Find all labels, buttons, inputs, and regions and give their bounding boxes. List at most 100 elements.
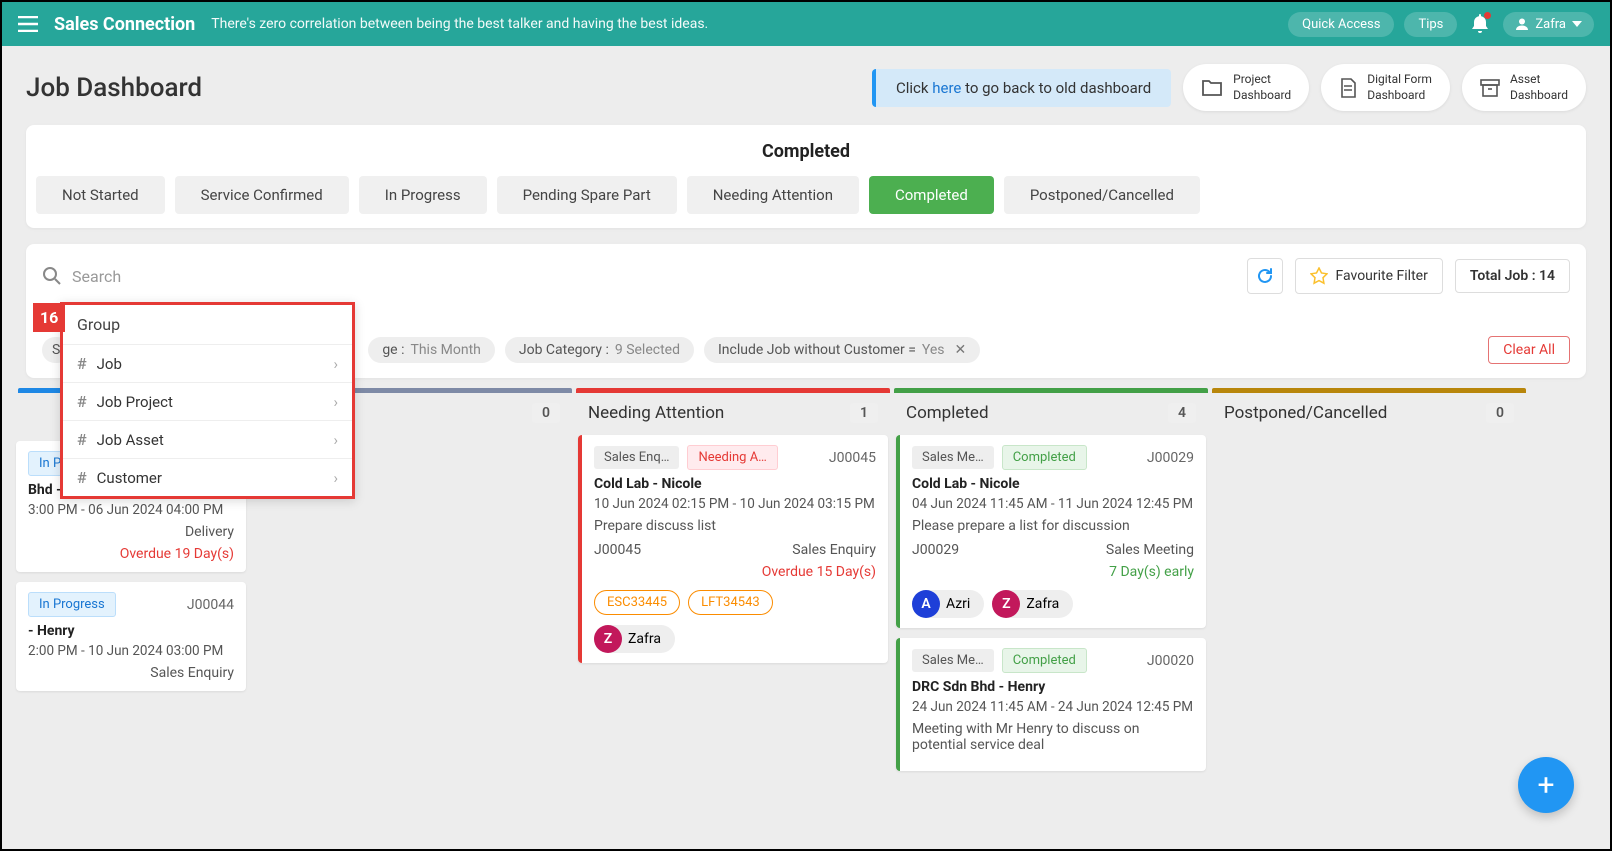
document-icon: [1339, 78, 1357, 98]
hash-icon: #: [77, 354, 87, 373]
quick-access-button[interactable]: Quick Access: [1288, 12, 1394, 37]
header-left: Sales Connection There's zero correlatio…: [18, 14, 708, 35]
header-right: Quick Access Tips Zafra: [1288, 10, 1594, 38]
tag-pills: ESC33445 LFT34543: [594, 590, 876, 615]
group-item[interactable]: #Job›: [63, 345, 352, 383]
star-icon: [1310, 267, 1328, 285]
tag-pill[interactable]: ESC33445: [594, 590, 680, 615]
avatar: Z: [594, 625, 622, 653]
card-id: J00020: [1147, 653, 1194, 669]
filter-chip-include[interactable]: Include Job without Customer = Yes✕: [704, 337, 980, 363]
card-date: 04 Jun 2024 11:45 AM - 11 Jun 2024 12:45…: [912, 496, 1194, 512]
early-text: 7 Day(s) early: [912, 564, 1194, 580]
page-title: Job Dashboard: [26, 73, 202, 103]
status-tab[interactable]: In Progress: [359, 176, 487, 214]
digital-form-dashboard-button[interactable]: Digital FormDashboard: [1321, 64, 1450, 111]
menu-icon[interactable]: [18, 16, 38, 32]
column-count: 0: [532, 403, 560, 423]
job-card[interactable]: In ProgressJ00044- Henry2:00 PM - 10 Jun…: [16, 582, 246, 691]
status-badge: Completed: [1002, 648, 1087, 673]
notification-dot: [1484, 12, 1491, 19]
card-title: Cold Lab - Nicole: [594, 476, 876, 492]
status-tab[interactable]: Pending Spare Part: [497, 176, 677, 214]
card-id: J00044: [187, 597, 234, 613]
chip-close-icon[interactable]: ✕: [955, 342, 967, 358]
card-title: Cold Lab - Nicole: [912, 476, 1194, 492]
clear-all-button[interactable]: Clear All: [1488, 336, 1570, 364]
filter-chip-partial-2[interactable]: ge : This Month: [368, 337, 495, 363]
refresh-button[interactable]: [1247, 258, 1283, 294]
group-dropdown-header: Group: [63, 305, 352, 345]
chevron-right-icon: ›: [333, 355, 338, 373]
card-title: DRC Sdn Bhd - Henry: [912, 679, 1194, 695]
group-item[interactable]: #Job Asset›: [63, 421, 352, 459]
avatar-chip[interactable]: ZZafra: [594, 625, 675, 653]
avatar: Z: [992, 590, 1020, 618]
column-count: 0: [1486, 403, 1514, 423]
folder-icon: [1201, 79, 1223, 97]
user-menu[interactable]: Zafra: [1503, 12, 1594, 37]
title-right: Click here to go back to old dashboard P…: [872, 64, 1586, 111]
title-row: Job Dashboard Click here to go back to o…: [2, 46, 1610, 125]
annotation-badge: 16: [33, 303, 65, 332]
avatar: A: [912, 590, 940, 618]
job-card[interactable]: Sales Me…CompletedJ00029Cold Lab - Nicol…: [896, 435, 1206, 628]
column-count: 1: [850, 403, 878, 423]
hash-icon: #: [77, 430, 87, 449]
group-dropdown: 16 Group #Job›#Job Project›#Job Asset›#C…: [60, 302, 355, 499]
card-id: J00045: [829, 450, 876, 466]
job-card[interactable]: Sales Enq…Needing A…J00045Cold Lab - Nic…: [578, 435, 888, 663]
chevron-right-icon: ›: [333, 431, 338, 449]
card-desc: Meeting with Mr Henry to discuss on pote…: [912, 721, 1194, 753]
info-banner: Click here to go back to old dashboard: [872, 69, 1171, 107]
hash-icon: #: [77, 392, 87, 411]
card-date: 24 Jun 2024 11:45 AM - 24 Jun 2024 12:45…: [912, 699, 1194, 715]
chevron-right-icon: ›: [333, 393, 338, 411]
search-input-wrap: [42, 266, 1235, 286]
status-tab[interactable]: Not Started: [36, 176, 165, 214]
tag-pill[interactable]: LFT34543: [688, 590, 773, 615]
status-tabs-card: Completed Not Started Service Confirmed In…: [26, 125, 1586, 228]
kanban-column-needing-attention: Needing Attention 1 Sales Enq…Needing A……: [576, 388, 890, 775]
old-dashboard-link[interactable]: here: [932, 79, 961, 97]
status-badge: Sales Me…: [912, 446, 994, 469]
card-desc: Please prepare a list for discussion: [912, 518, 1194, 534]
avatar-chip[interactable]: AAzri: [912, 590, 984, 618]
avatars: ZZafra: [594, 625, 876, 653]
notifications-icon[interactable]: [1467, 10, 1493, 38]
asset-dashboard-button[interactable]: AssetDashboard: [1462, 64, 1586, 111]
card-category: Sales Enquiry: [792, 542, 876, 558]
tips-button[interactable]: Tips: [1404, 12, 1457, 37]
card-title: - Henry: [28, 623, 234, 639]
job-card[interactable]: Sales Me… Completed J00020 DRC Sdn Bhd - He…: [896, 638, 1206, 771]
group-item[interactable]: #Customer›: [63, 459, 352, 496]
tabs-title: Completed: [36, 141, 1576, 162]
kanban-column-postponed: Postponed/Cancelled 0: [1212, 388, 1526, 775]
filter-chip-category[interactable]: Job Category : 9 Selected: [505, 337, 694, 363]
favourite-filter-button[interactable]: Favourite Filter: [1295, 258, 1443, 294]
search-input[interactable]: [72, 267, 1235, 286]
status-badge: In Progress: [28, 592, 116, 617]
status-tab[interactable]: Postponed/Cancelled: [1004, 176, 1200, 214]
search-icon: [42, 266, 62, 286]
status-tab[interactable]: Needing Attention: [687, 176, 859, 214]
column-title: Postponed/Cancelled: [1224, 403, 1387, 423]
column-title: Completed: [906, 403, 989, 423]
tagline: There's zero correlation between being t…: [211, 16, 708, 32]
search-row: Favourite Filter Total Job : 14: [42, 258, 1570, 294]
project-dashboard-button[interactable]: ProjectDashboard: [1183, 64, 1309, 111]
status-badge: Needing A…: [687, 445, 777, 470]
card-id: J00029: [1147, 450, 1194, 466]
card-category: Delivery: [185, 524, 234, 540]
status-badge: Sales Me…: [912, 649, 994, 672]
chevron-right-icon: ›: [333, 469, 338, 487]
group-item[interactable]: #Job Project›: [63, 383, 352, 421]
card-date: 3:00 PM - 06 Jun 2024 04:00 PM: [28, 502, 234, 518]
hash-icon: #: [77, 468, 87, 487]
avatar-chip[interactable]: ZZafra: [992, 590, 1073, 618]
add-fab[interactable]: +: [1518, 757, 1574, 813]
archive-icon: [1480, 79, 1500, 97]
brand[interactable]: Sales Connection: [54, 14, 195, 35]
status-tab[interactable]: Completed: [869, 176, 994, 214]
status-tab[interactable]: Service Confirmed: [175, 176, 349, 214]
